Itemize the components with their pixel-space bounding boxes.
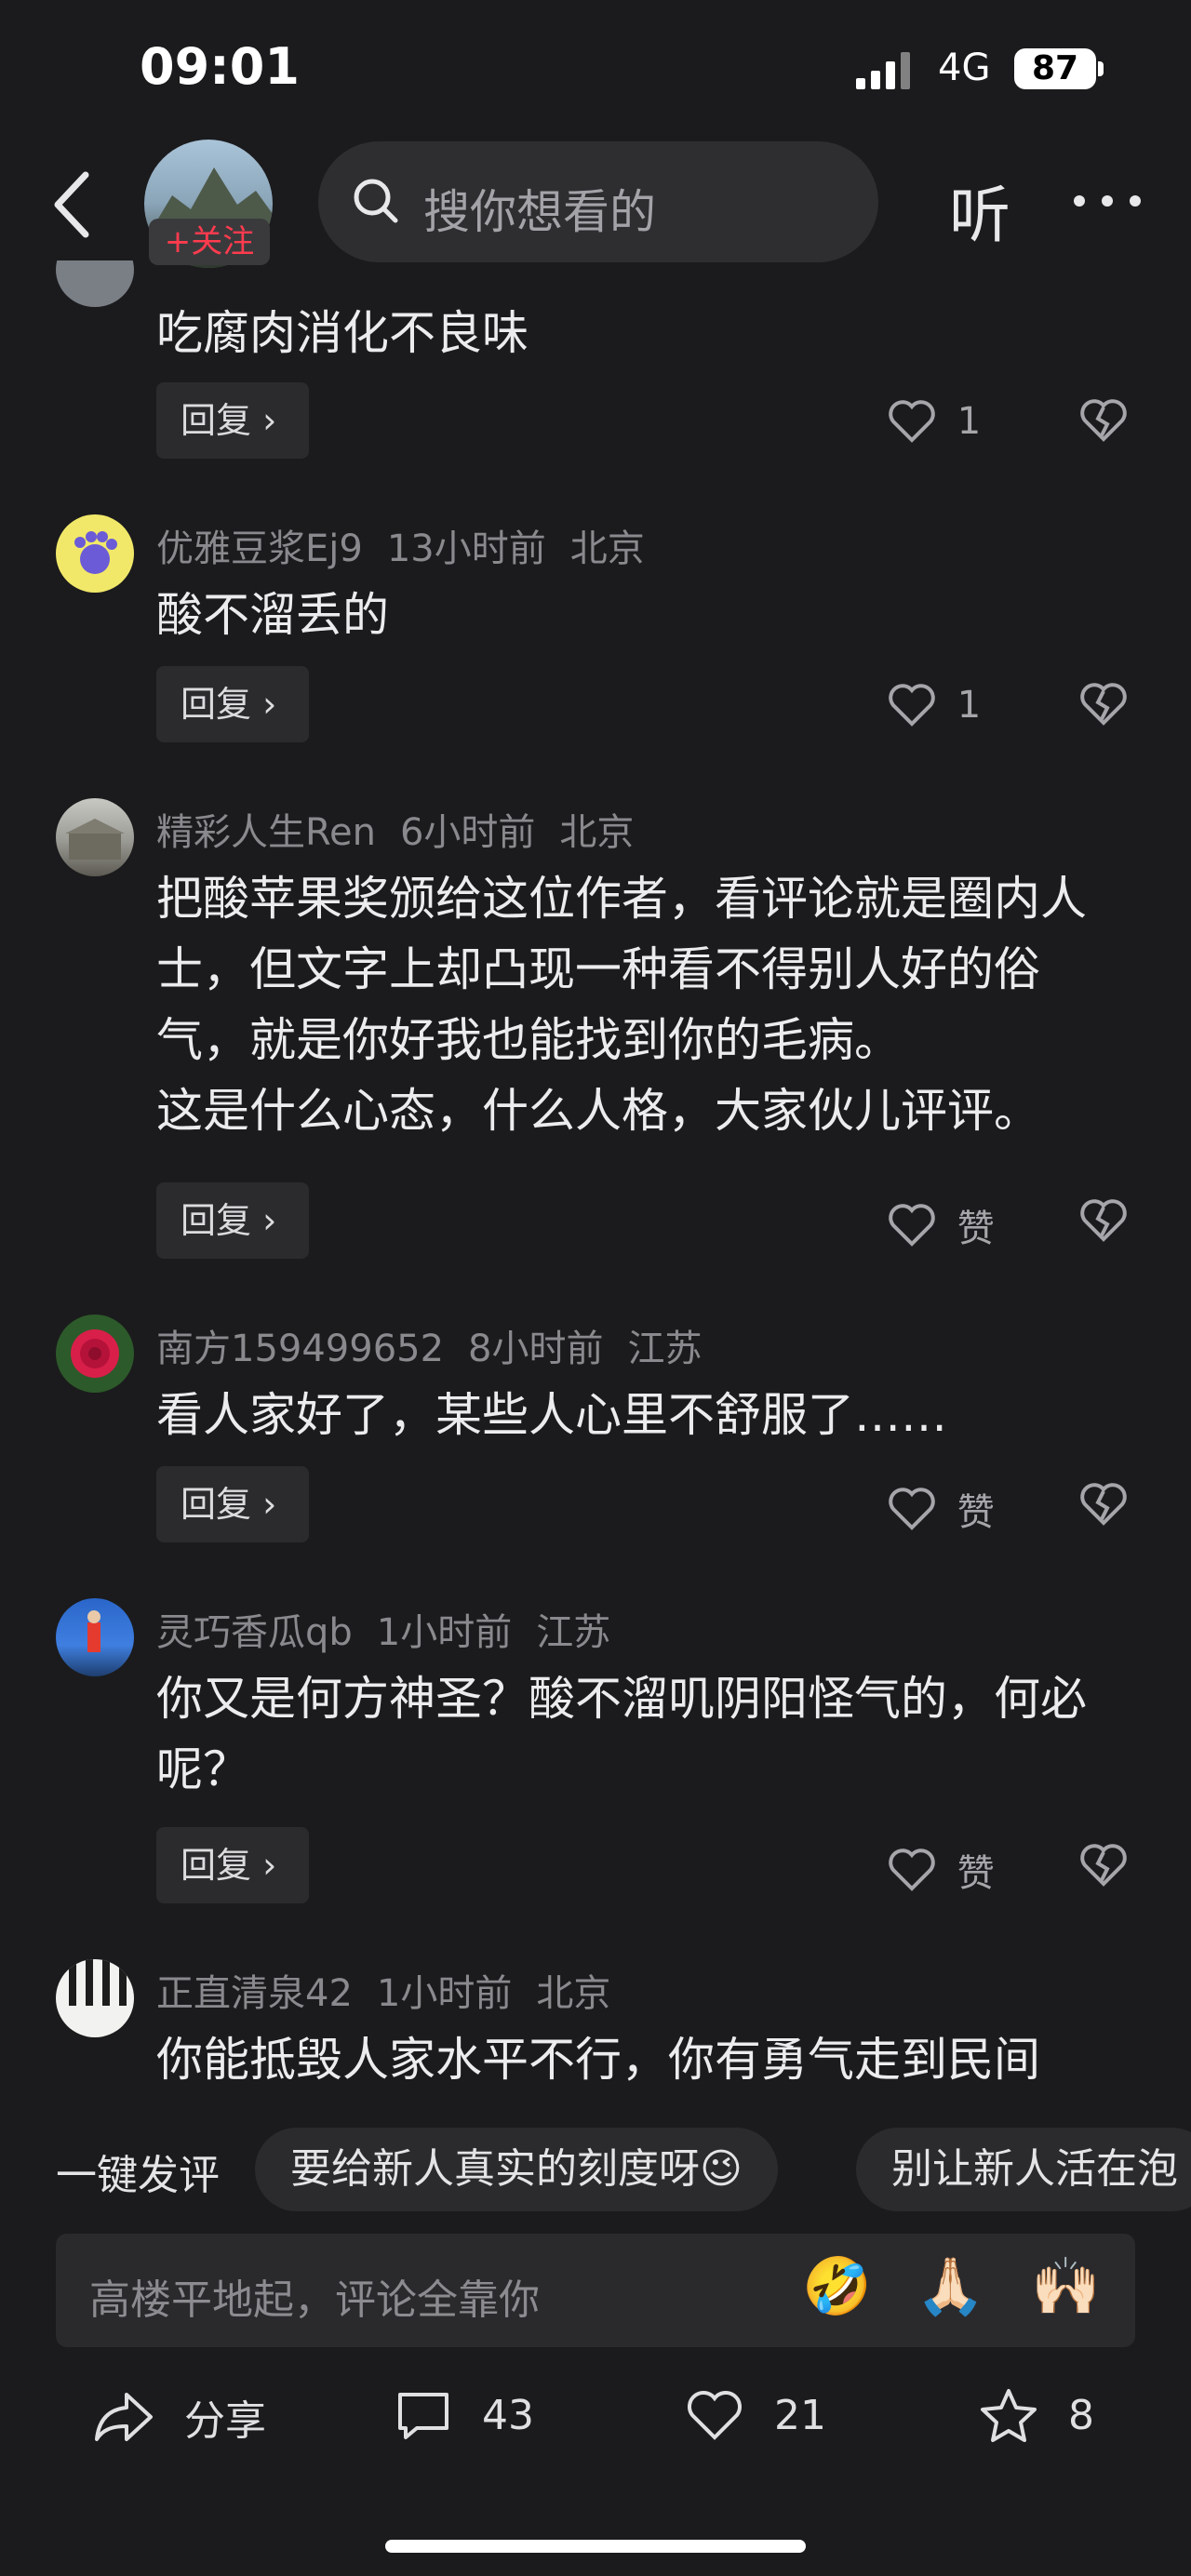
comment-meta: 精彩人生Ren 6小时前 北京 bbox=[156, 802, 658, 856]
comment-avatar[interactable] bbox=[56, 1315, 134, 1393]
comment-time: 13小时前 bbox=[386, 527, 546, 570]
comment-text: 看人家好了，某些人心里不舒服了…… bbox=[156, 1388, 947, 1442]
more-icon[interactable] bbox=[1070, 192, 1144, 210]
reply-button[interactable]: 回复 › bbox=[156, 666, 309, 742]
like-count: 1 bbox=[957, 684, 982, 727]
quick-comment-chip[interactable]: 别让新人活在泡 bbox=[856, 2128, 1191, 2211]
comment-location: 北京 bbox=[536, 1972, 611, 2015]
comment-avatar[interactable] bbox=[56, 1598, 134, 1676]
home-indicator bbox=[385, 2540, 806, 2553]
emoji-laugh-button[interactable]: 🤣 bbox=[802, 2253, 872, 2319]
comment-text: 吃腐肉消化不良味 bbox=[156, 306, 529, 360]
reply-button[interactable]: 回复 › bbox=[156, 1182, 309, 1259]
comment-text: 酸不溜丢的 bbox=[156, 588, 389, 642]
comment-meta: 优雅豆浆Ej9 13小时前 北京 bbox=[156, 518, 669, 572]
quick-comment-label: 一键发评 bbox=[56, 2152, 220, 2199]
emoji-raise-hands-button[interactable]: 🙌🏻 bbox=[1031, 2253, 1101, 2319]
comment-username[interactable]: 优雅豆浆Ej9 bbox=[156, 527, 363, 570]
search-icon bbox=[352, 177, 400, 225]
like-button[interactable]: 赞 bbox=[888, 1843, 995, 1897]
post-like-count: 21 bbox=[774, 2391, 826, 2439]
comments-button[interactable]: 43 bbox=[395, 2387, 534, 2443]
comment-meta: 灵巧香瓜qb 1小时前 江苏 bbox=[156, 1602, 635, 1656]
like-button[interactable]: 1 bbox=[888, 682, 981, 727]
comment-avatar[interactable] bbox=[56, 1959, 134, 2037]
listen-button[interactable]: 听 bbox=[949, 166, 1010, 255]
favorite-button[interactable]: 8 bbox=[979, 2387, 1094, 2443]
comment-time: 1小时前 bbox=[376, 1972, 513, 2015]
dislike-icon[interactable] bbox=[1079, 1843, 1128, 1891]
comment-username[interactable]: 正直清泉42 bbox=[156, 1972, 353, 2015]
dislike-icon[interactable] bbox=[1079, 1198, 1128, 1247]
reply-button[interactable]: 回复 › bbox=[156, 1466, 309, 1542]
comment-username[interactable]: 南方159499652 bbox=[156, 1328, 444, 1370]
like-count: 1 bbox=[957, 400, 982, 443]
comment-text: 把酸苹果奖颁给这位作者，看评论就是圈内人士，但文字上却凸现一种看不得别人好的俗气… bbox=[156, 872, 1087, 1138]
emoji-pray-button[interactable]: 🙏🏻 bbox=[916, 2253, 985, 2319]
quick-comment-chip[interactable]: 要给新人真实的刻度呀😉 bbox=[255, 2128, 778, 2211]
reply-button[interactable]: 回复 › bbox=[156, 382, 309, 459]
reply-button[interactable]: 回复 › bbox=[156, 1827, 309, 1903]
comment-username[interactable]: 灵巧香瓜qb bbox=[156, 1611, 353, 1654]
comment-meta: 南方159499652 8小时前 江苏 bbox=[156, 1318, 727, 1372]
comment-meta: 正直清泉42 1小时前 北京 bbox=[156, 1963, 635, 2017]
like-count: 赞 bbox=[957, 1852, 995, 1895]
dislike-icon[interactable] bbox=[1079, 682, 1128, 730]
dislike-icon[interactable] bbox=[1079, 398, 1128, 447]
like-count: 赞 bbox=[957, 1208, 995, 1250]
comment-location: 江苏 bbox=[536, 1611, 611, 1654]
comment-username[interactable]: 精彩人生Ren bbox=[156, 811, 376, 854]
signal-icon bbox=[856, 52, 921, 89]
comment-location: 北京 bbox=[569, 527, 645, 570]
battery-tip bbox=[1098, 61, 1104, 76]
search-placeholder: 搜你想看的 bbox=[423, 185, 656, 239]
back-icon[interactable] bbox=[45, 167, 100, 242]
comment-time: 8小时前 bbox=[468, 1328, 604, 1370]
comment-text: 你又是何方神圣？酸不溜叽阴阳怪气的，何必呢？ bbox=[156, 1672, 1087, 1796]
comment-time: 1小时前 bbox=[376, 1611, 513, 1654]
comment-time: 6小时前 bbox=[399, 811, 536, 854]
comment-text: 你能抵毁人家水平不行，你有勇气走到民间 bbox=[156, 2033, 1040, 2087]
post-like-button[interactable]: 21 bbox=[685, 2387, 826, 2443]
share-button[interactable]: 分享 bbox=[93, 2387, 266, 2447]
comment-avatar[interactable] bbox=[56, 514, 134, 593]
like-count: 赞 bbox=[957, 1491, 995, 1534]
follow-button[interactable]: +关注 bbox=[149, 219, 270, 265]
comment-input-placeholder: 高楼平地起，评论全靠你 bbox=[89, 2276, 540, 2324]
favorite-count: 8 bbox=[1068, 2391, 1094, 2439]
share-label: 分享 bbox=[184, 2397, 266, 2445]
status-time: 09:01 bbox=[140, 37, 300, 96]
network-type: 4G bbox=[938, 47, 991, 89]
like-button[interactable]: 1 bbox=[888, 398, 981, 444]
battery-icon: 87 bbox=[1014, 48, 1096, 89]
comment-count: 43 bbox=[482, 2391, 534, 2439]
like-button[interactable]: 赞 bbox=[888, 1482, 995, 1536]
comment-location: 北京 bbox=[559, 811, 635, 854]
comment-avatar[interactable] bbox=[56, 260, 134, 307]
dislike-icon[interactable] bbox=[1079, 1482, 1128, 1530]
comment-location: 江苏 bbox=[627, 1328, 703, 1370]
like-button[interactable]: 赞 bbox=[888, 1198, 995, 1252]
comment-avatar[interactable] bbox=[56, 798, 134, 876]
